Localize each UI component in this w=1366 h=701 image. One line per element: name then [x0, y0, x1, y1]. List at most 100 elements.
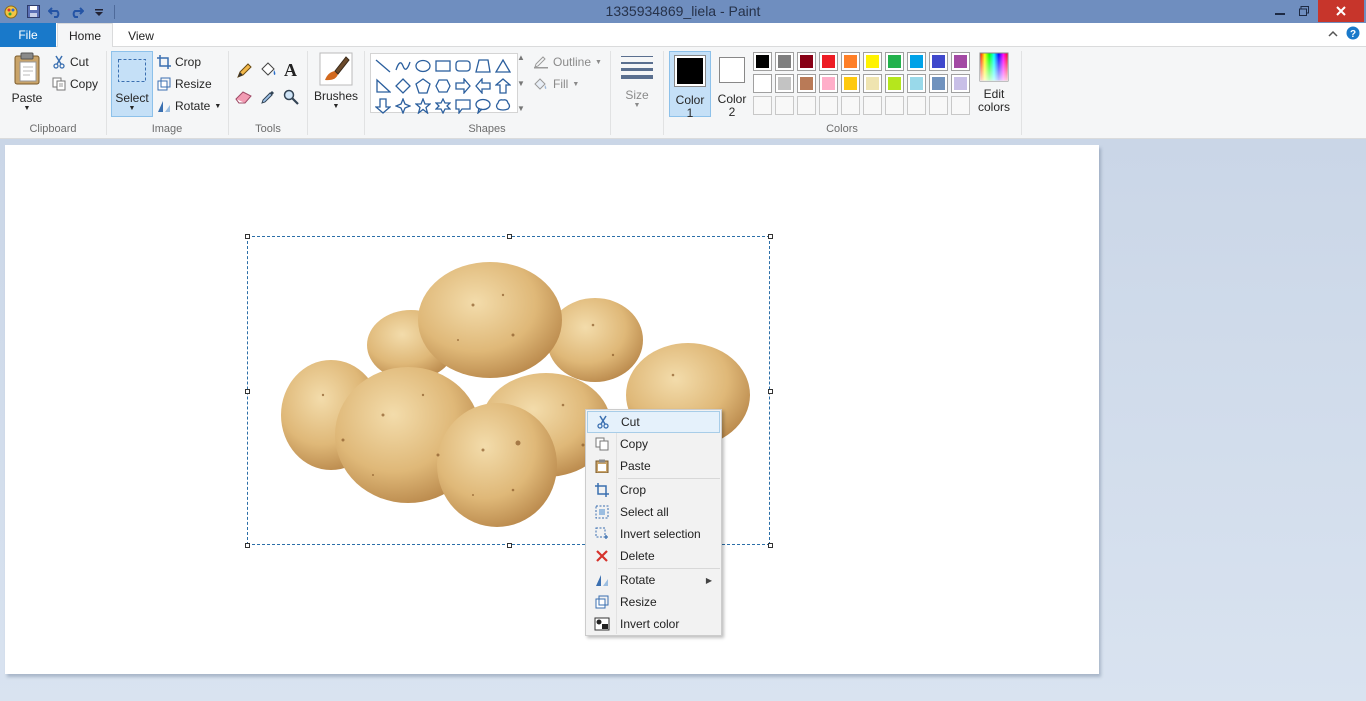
outline-button[interactable]: Outline ▼ [533, 52, 602, 72]
palette-swatch[interactable] [753, 52, 772, 71]
curve-shape-icon[interactable] [395, 58, 411, 74]
context-menu-invert-color[interactable]: Invert color [587, 613, 720, 635]
palette-swatch[interactable] [841, 74, 860, 93]
pencil-icon[interactable] [236, 63, 252, 79]
crop-button[interactable]: Crop [157, 52, 201, 72]
oval-callout-shape-icon[interactable] [475, 98, 491, 114]
cut-button[interactable]: Cut [52, 52, 89, 72]
drawing-canvas[interactable] [5, 145, 1099, 674]
color2-button[interactable]: Color 2 [712, 51, 752, 119]
rectangle-shape-icon[interactable] [435, 58, 451, 74]
resize-handle-top-right[interactable] [768, 234, 773, 239]
context-menu-crop[interactable]: Crop [587, 479, 720, 501]
palette-empty-swatch[interactable] [819, 96, 838, 115]
palette-empty-swatch[interactable] [797, 96, 816, 115]
palette-swatch[interactable] [819, 52, 838, 71]
palette-swatch[interactable] [951, 52, 970, 71]
pentagon-shape-icon[interactable] [415, 78, 431, 94]
resize-handle-top-left[interactable] [245, 234, 250, 239]
minimize-button[interactable] [1268, 0, 1292, 22]
text-tool-icon[interactable]: A [284, 60, 297, 81]
up-arrow-shape-icon[interactable] [495, 78, 511, 94]
fill-bucket-icon[interactable] [259, 62, 277, 78]
palette-swatch[interactable] [841, 52, 860, 71]
line-shape-icon[interactable] [375, 58, 391, 74]
context-menu-rotate[interactable]: Rotate ▶ [587, 569, 720, 591]
palette-swatch[interactable] [797, 52, 816, 71]
eraser-icon[interactable] [235, 90, 253, 104]
palette-empty-swatch[interactable] [841, 96, 860, 115]
context-menu-delete[interactable]: Delete [587, 545, 720, 567]
palette-empty-swatch[interactable] [775, 96, 794, 115]
right-arrow-shape-icon[interactable] [455, 78, 471, 94]
palette-swatch[interactable] [885, 74, 904, 93]
palette-empty-swatch[interactable] [907, 96, 926, 115]
palette-swatch[interactable] [907, 74, 926, 93]
resize-handle-left[interactable] [245, 389, 250, 394]
tab-file[interactable]: File [0, 23, 56, 47]
hexagon-shape-icon[interactable] [435, 78, 451, 94]
select-button[interactable]: Select ▼ [111, 51, 153, 117]
palette-empty-swatch[interactable] [885, 96, 904, 115]
scroll-down-icon[interactable]: ▼ [517, 79, 525, 88]
palette-swatch[interactable] [929, 52, 948, 71]
palette-swatch[interactable] [753, 74, 772, 93]
paste-button[interactable]: Paste ▼ [8, 52, 46, 112]
polygon-shape-icon[interactable] [475, 58, 491, 74]
five-point-star-shape-icon[interactable] [415, 98, 431, 114]
palette-swatch[interactable] [775, 74, 794, 93]
tab-home[interactable]: Home [57, 23, 113, 48]
scroll-up-icon[interactable]: ▲ [517, 53, 525, 62]
palette-empty-swatch[interactable] [951, 96, 970, 115]
magnifier-icon[interactable] [283, 89, 299, 105]
palette-swatch[interactable] [797, 74, 816, 93]
triangle-shape-icon[interactable] [495, 58, 511, 74]
context-menu-paste[interactable]: Paste [587, 455, 720, 477]
palette-swatch[interactable] [863, 74, 882, 93]
resize-handle-bottom[interactable] [507, 543, 512, 548]
right-triangle-shape-icon[interactable] [375, 78, 391, 94]
palette-swatch[interactable] [863, 52, 882, 71]
resize-handle-top[interactable] [507, 234, 512, 239]
diamond-shape-icon[interactable] [395, 78, 411, 94]
six-point-star-shape-icon[interactable] [435, 98, 451, 114]
oval-shape-icon[interactable] [415, 58, 431, 74]
close-button[interactable] [1318, 0, 1364, 22]
resize-handle-right[interactable] [768, 389, 773, 394]
cloud-callout-shape-icon[interactable] [495, 98, 511, 114]
edit-colors-button[interactable]: Edit colors [974, 52, 1014, 114]
context-menu-cut[interactable]: Cut [587, 411, 720, 433]
palette-swatch[interactable] [907, 52, 926, 71]
down-arrow-shape-icon[interactable] [375, 98, 391, 114]
resize-handle-bottom-left[interactable] [245, 543, 250, 548]
context-menu-resize[interactable]: Resize [587, 591, 720, 613]
palette-empty-swatch[interactable] [753, 96, 772, 115]
resize-button[interactable]: Resize [157, 74, 212, 94]
context-menu-invert-selection[interactable]: Invert selection [587, 523, 720, 545]
context-menu-copy[interactable]: Copy [587, 433, 720, 455]
restore-button[interactable] [1292, 0, 1316, 22]
context-menu-select-all[interactable]: Select all [587, 501, 720, 523]
copy-button[interactable]: Copy [52, 74, 98, 94]
shapes-gallery-scroll[interactable]: ▲ ▼ ▼ [515, 53, 527, 113]
brushes-button[interactable]: Brushes ▼ [313, 52, 359, 110]
color-picker-icon[interactable] [260, 89, 276, 105]
gallery-expand-icon[interactable]: ▼ [517, 104, 525, 113]
rounded-rectangle-shape-icon[interactable] [455, 58, 471, 74]
left-arrow-shape-icon[interactable] [475, 78, 491, 94]
rotate-button[interactable]: Rotate ▼ [157, 96, 221, 116]
rectangle-callout-shape-icon[interactable] [455, 98, 471, 114]
palette-swatch[interactable] [951, 74, 970, 93]
color1-button[interactable]: Color 1 [669, 51, 711, 120]
minimize-ribbon-icon[interactable] [1328, 30, 1338, 37]
palette-swatch[interactable] [819, 74, 838, 93]
fill-button[interactable]: Fill ▼ [533, 74, 579, 94]
help-icon[interactable]: ? [1346, 26, 1360, 40]
palette-empty-swatch[interactable] [929, 96, 948, 115]
palette-empty-swatch[interactable] [863, 96, 882, 115]
resize-handle-bottom-right[interactable] [768, 543, 773, 548]
four-point-star-shape-icon[interactable] [395, 98, 411, 114]
palette-swatch[interactable] [885, 52, 904, 71]
size-button[interactable]: Size ▼ [617, 54, 657, 109]
palette-swatch[interactable] [929, 74, 948, 93]
